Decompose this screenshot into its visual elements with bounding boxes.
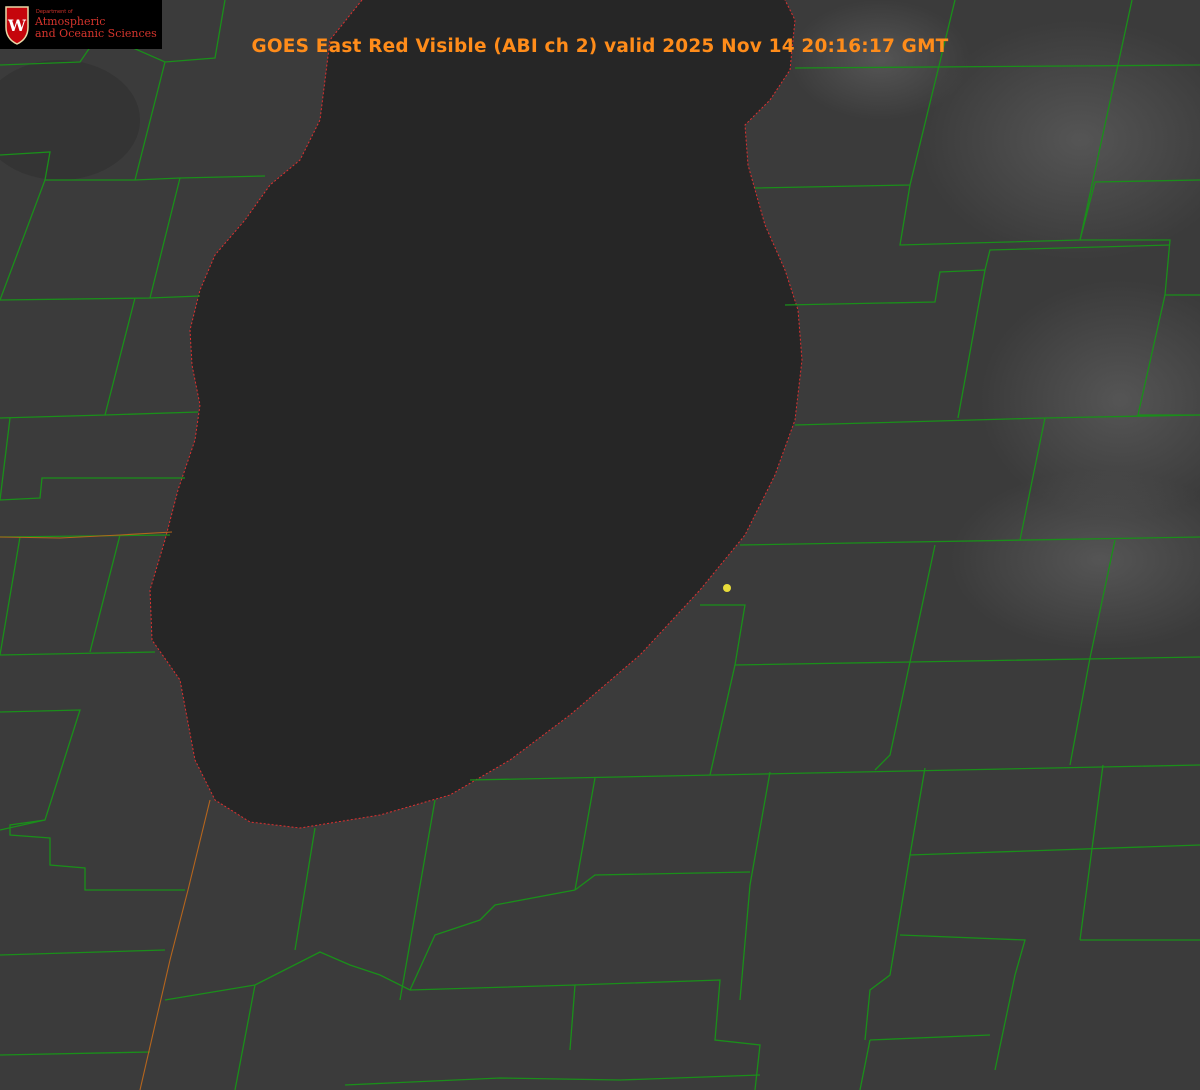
image-title: GOES East Red Visible (ABI ch 2) valid 2… — [251, 36, 949, 57]
satellite-view: GOES East Red Visible (ABI ch 2) valid 2… — [0, 0, 1200, 1090]
uw-shield-icon: W — [5, 6, 29, 45]
logo-line-2: and Oceanic Sciences — [35, 27, 157, 40]
satellite-map — [0, 0, 1200, 1090]
aos-logo[interactable]: W Department of Atmospheric and Oceanic … — [0, 0, 162, 49]
location-marker — [723, 584, 731, 592]
svg-text:W: W — [7, 16, 27, 35]
